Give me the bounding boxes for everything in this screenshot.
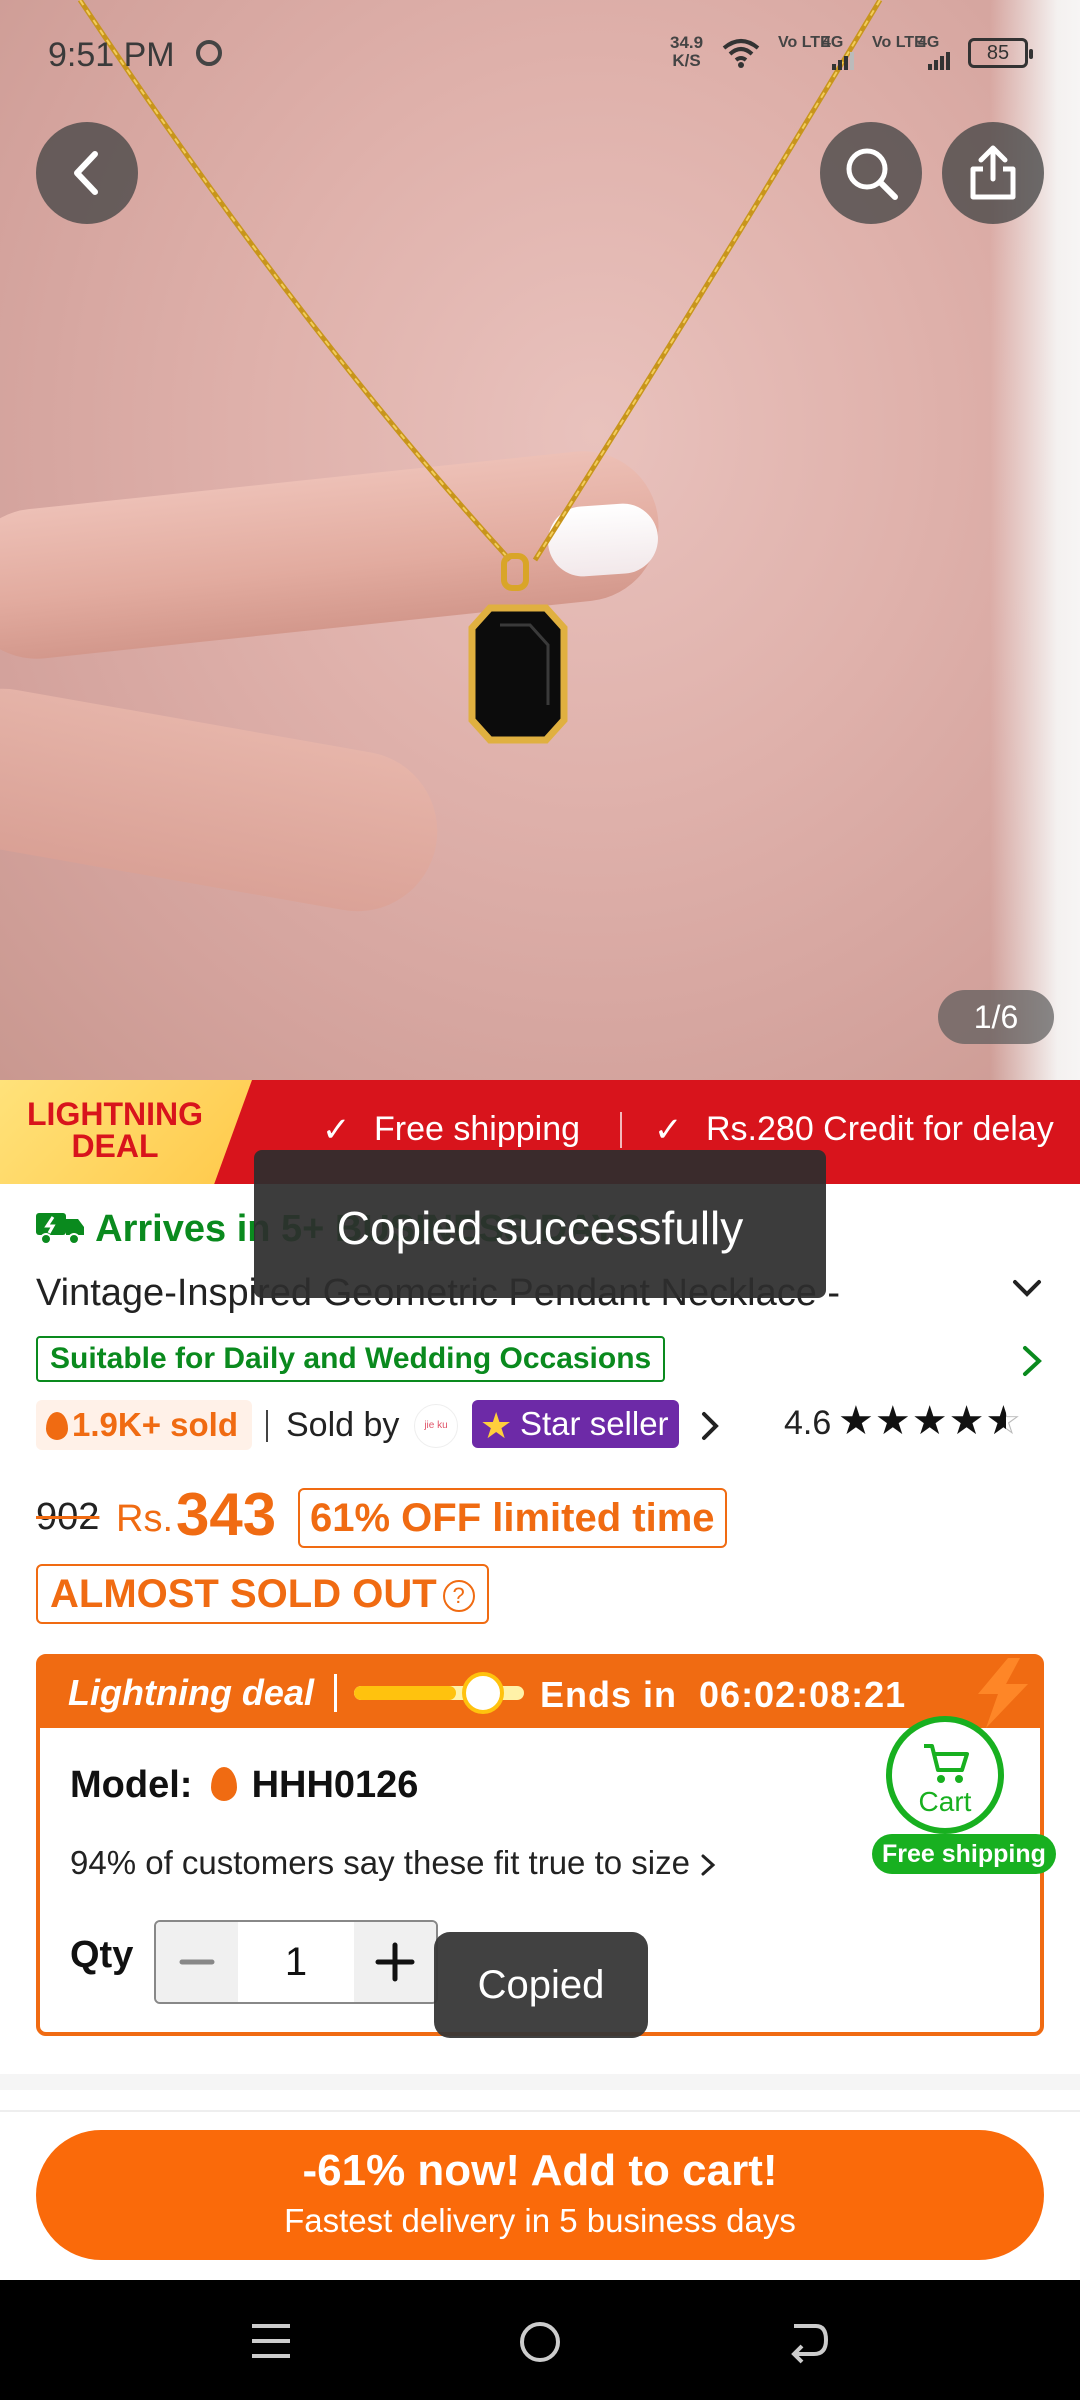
almost-sold-out-badge[interactable]: ALMOST SOLD OUT? <box>36 1564 489 1624</box>
wifi-icon <box>722 39 760 68</box>
cart-icon <box>924 1744 969 1783</box>
model-label: Model: <box>70 1764 193 1806</box>
battery-icon: 85 <box>968 38 1033 68</box>
almost-sold-out-text: ALMOST SOLD OUT <box>50 1572 437 1616</box>
rating-value: 4.6 <box>784 1404 832 1442</box>
fit-info[interactable]: 94% of customers say these fit true to s… <box>70 1844 717 1882</box>
half-star-icon: ☆ ★ <box>985 1399 1023 1443</box>
add-to-cart-label: -61% now! Add to cart! <box>302 2146 778 2195</box>
divider <box>266 1410 268 1442</box>
status-time: 9:51 PM <box>48 36 175 74</box>
star-seller-label: Star seller <box>520 1405 669 1442</box>
minus-icon <box>179 1959 215 1965</box>
shield-icon <box>196 40 222 66</box>
free-shipping-label: Free shipping <box>374 1110 581 1148</box>
search-icon <box>846 148 898 200</box>
sold-count-badge: 1.9K+ sold <box>36 1400 252 1450</box>
divider <box>620 1112 622 1148</box>
truck-icon <box>36 1213 84 1245</box>
chevron-right-icon[interactable] <box>700 1410 720 1442</box>
cart-button[interactable]: Cart <box>886 1716 1004 1834</box>
qty-label: Qty <box>70 1934 134 1976</box>
credit-for-delay-label: Rs.280 Credit for delay <box>706 1110 1054 1148</box>
flame-icon <box>46 1412 68 1440</box>
share-icon <box>970 145 1016 200</box>
net-speed: 34.9 K/S <box>670 34 703 70</box>
sim2-volte: Vo LTE <box>872 34 925 51</box>
lightning-deal-header: Lightning deal Ends in 06:02:08:21 <box>40 1658 1040 1728</box>
sold-count: 1.9K+ sold <box>72 1406 238 1443</box>
check-icon: ✓ <box>654 1111 683 1149</box>
signal-icon <box>928 52 950 70</box>
occasion-tag[interactable]: Suitable for Daily and Wedding Occasions <box>36 1336 666 1382</box>
sim2-network: 4G <box>918 34 940 51</box>
chevron-right-icon <box>701 1854 716 1876</box>
section-divider <box>0 2074 1080 2090</box>
qty-increase-button[interactable] <box>354 1922 436 2002</box>
star-icon: ★ <box>480 1405 513 1446</box>
chevron-left-icon <box>74 151 98 195</box>
back-button[interactable] <box>36 122 138 224</box>
check-icon: ✓ <box>322 1111 351 1149</box>
deal-progress-fill <box>354 1686 456 1700</box>
currency-label: Rs. <box>116 1498 173 1540</box>
seller-logo[interactable]: jie ku <box>414 1404 458 1448</box>
badge-line2: DEAL <box>71 1128 159 1164</box>
share-button[interactable] <box>942 122 1044 224</box>
countdown-value: 06:02:08:21 <box>699 1674 907 1715</box>
lightning-deal-title: Lightning deal <box>68 1672 314 1713</box>
deal-countdown: Ends in 06:02:08:21 <box>540 1674 906 1716</box>
net-speed-value: 34.9 <box>670 33 704 52</box>
chevron-right-icon[interactable] <box>1020 1344 1044 1378</box>
lightning-deal-badge: LIGHTNING DEAL <box>0 1080 252 1184</box>
menu-icon[interactable] <box>250 2320 292 2362</box>
plus-icon <box>375 1942 415 1982</box>
ends-in-label: Ends in <box>540 1674 678 1715</box>
delivery-subtitle: Fastest delivery in 5 business days <box>284 2202 796 2239</box>
qty-decrease-button[interactable] <box>156 1922 238 2002</box>
copied-toast: Copied <box>434 1932 648 2038</box>
cart-free-shipping-badge: Free shipping <box>872 1834 1056 1874</box>
system-nav-bar <box>0 2280 1080 2400</box>
quantity-stepper: 1 <box>154 1920 438 2004</box>
model-row[interactable]: Model: HHH0126 <box>70 1764 418 1807</box>
chevron-down-icon[interactable] <box>1012 1276 1042 1302</box>
signal-icon <box>832 52 854 70</box>
add-to-cart-button[interactable]: -61% now! Add to cart! Fastest delivery … <box>36 2130 1044 2260</box>
net-speed-unit: K/S <box>672 51 701 70</box>
flame-icon <box>211 1767 237 1801</box>
star-seller-badge[interactable]: ★ Star seller <box>472 1400 679 1448</box>
rating-stars[interactable]: ★★★★☆ ★ <box>838 1398 1022 1444</box>
sale-price: 343 <box>176 1481 277 1548</box>
home-icon[interactable] <box>518 2320 562 2364</box>
sold-by-label: Sold by <box>286 1406 400 1444</box>
model-value: HHH0126 <box>251 1764 419 1806</box>
divider <box>0 2110 1080 2112</box>
qty-value[interactable]: 1 <box>238 1922 354 2002</box>
badge-line1: LIGHTNING <box>27 1096 203 1132</box>
status-bar: 9:51 PM 34.9 K/S Vo LTE 4G Vo LTE 4G 85 <box>0 0 1080 106</box>
back-nav-icon[interactable] <box>786 2320 830 2364</box>
clock-icon <box>462 1672 504 1714</box>
question-icon[interactable]: ? <box>442 1580 475 1612</box>
copied-successfully-toast: Copied successfully <box>254 1150 826 1298</box>
original-price: 902 <box>36 1496 100 1538</box>
fit-text: 94% of customers say these fit true to s… <box>70 1844 690 1881</box>
gallery-pager: 1/6 <box>938 990 1054 1044</box>
lightning-bolt-icon <box>978 1658 1028 1728</box>
cart-label: Cart <box>918 1786 972 1817</box>
sim1-network: 4G <box>822 34 844 51</box>
divider <box>334 1674 337 1712</box>
discount-badge: 61% OFF limited time <box>298 1488 727 1548</box>
search-button[interactable] <box>820 122 922 224</box>
